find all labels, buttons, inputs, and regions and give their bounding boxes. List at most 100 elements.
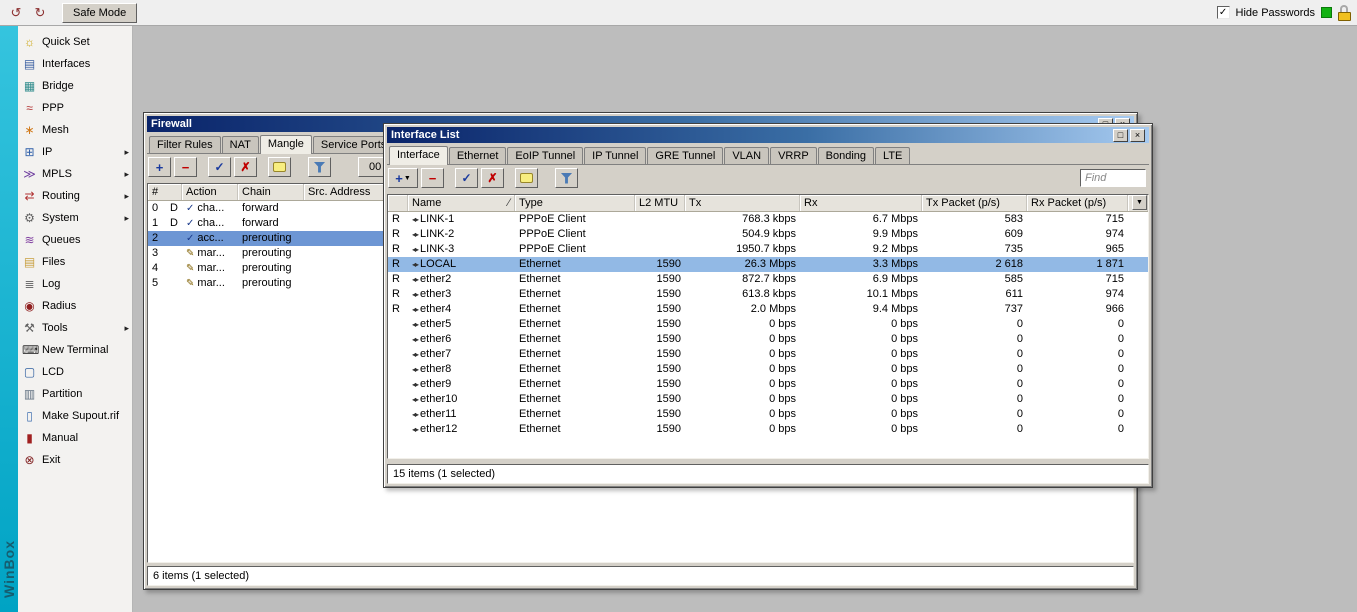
interface-row[interactable]: R ◂▸ether4 Ethernet 1590 2.0 Mbps 9.4 Mb… xyxy=(388,302,1148,317)
disable-rule-button[interactable]: ✗ xyxy=(234,157,257,177)
sidebar-item[interactable]: ≣ Log ▸ xyxy=(18,273,132,295)
interface-type: Ethernet xyxy=(515,257,635,272)
column-header-name[interactable]: Name∕ xyxy=(408,195,515,211)
interface-row[interactable]: R ◂▸LINK-2 PPPoE Client 504.9 kbps 9.9 M… xyxy=(388,227,1148,242)
comment-button[interactable] xyxy=(515,168,538,188)
remove-rule-button[interactable]: − xyxy=(174,157,197,177)
interface-list-tab[interactable]: IP Tunnel xyxy=(584,147,646,164)
filter-button[interactable] xyxy=(555,168,578,188)
column-header-type[interactable]: Type xyxy=(515,195,635,211)
sidebar-item[interactable]: ▢ LCD ▸ xyxy=(18,361,132,383)
sidebar-item[interactable]: ⚙ System ▸ xyxy=(18,207,132,229)
interface-row[interactable]: ◂▸ether11 Ethernet 1590 0 bps 0 bps 0 0 xyxy=(388,407,1148,422)
interface-list-tab[interactable]: Interface xyxy=(389,146,448,165)
interface-rx-packet: 1 871 xyxy=(1027,257,1128,272)
interface-tx-packet: 609 xyxy=(922,227,1027,242)
sidebar-item[interactable]: ∗ Mesh ▸ xyxy=(18,119,132,141)
redo-button[interactable]: ↻ xyxy=(30,3,50,23)
sidebar-item[interactable]: ≫ MPLS ▸ xyxy=(18,163,132,185)
sidebar-item[interactable]: ⊞ IP ▸ xyxy=(18,141,132,163)
hide-passwords-checkbox[interactable]: ✓ xyxy=(1217,6,1230,19)
interface-row[interactable]: ◂▸ether8 Ethernet 1590 0 bps 0 bps 0 0 xyxy=(388,362,1148,377)
interface-row[interactable]: R ◂▸LINK-3 PPPoE Client 1950.7 kbps 9.2 … xyxy=(388,242,1148,257)
rule-action: ✎mar... xyxy=(182,261,238,276)
interface-row[interactable]: R ◂▸LINK-1 PPPoE Client 768.3 kbps 6.7 M… xyxy=(388,212,1148,227)
interface-row[interactable]: ◂▸ether5 Ethernet 1590 0 bps 0 bps 0 0 xyxy=(388,317,1148,332)
interface-row[interactable]: R ◂▸LOCAL Ethernet 1590 26.3 Mbps 3.3 Mb… xyxy=(388,257,1148,272)
firewall-tab[interactable]: NAT xyxy=(222,136,259,153)
close-button[interactable]: × xyxy=(1130,129,1145,142)
enable-interface-button[interactable]: ✓ xyxy=(455,168,478,188)
disable-cross-icon: ✗ xyxy=(487,171,497,185)
sidebar-item-icon: ⇄ xyxy=(22,189,37,203)
interface-icon: ◂▸ xyxy=(412,320,418,329)
interface-list-titlebar[interactable]: Interface List □ × xyxy=(387,127,1149,143)
sidebar-item[interactable]: ▤ Files ▸ xyxy=(18,251,132,273)
firewall-tab[interactable]: Mangle xyxy=(260,135,312,154)
sidebar-item[interactable]: ☼ Quick Set ▸ xyxy=(18,31,132,53)
interface-row[interactable]: ◂▸ether7 Ethernet 1590 0 bps 0 bps 0 0 xyxy=(388,347,1148,362)
sidebar-item[interactable]: ▮ Manual ▸ xyxy=(18,427,132,449)
sidebar-item-icon: ≣ xyxy=(22,277,37,291)
undo-button[interactable]: ↺ xyxy=(6,3,26,23)
sidebar-item-icon: ≫ xyxy=(22,167,37,181)
interface-row[interactable]: ◂▸ether9 Ethernet 1590 0 bps 0 bps 0 0 xyxy=(388,377,1148,392)
safe-mode-button[interactable]: Safe Mode xyxy=(62,3,137,23)
comment-button[interactable] xyxy=(268,157,291,177)
interface-list-tab[interactable]: LTE xyxy=(875,147,910,164)
interface-row[interactable]: ◂▸ether12 Ethernet 1590 0 bps 0 bps 0 0 xyxy=(388,422,1148,437)
interface-rx: 0 bps xyxy=(800,377,922,392)
column-header-l2mtu[interactable]: L2 MTU xyxy=(635,195,685,211)
column-header-chain[interactable]: Chain xyxy=(238,184,304,200)
sidebar-item[interactable]: ≈ PPP ▸ xyxy=(18,97,132,119)
column-header-rx[interactable]: Rx xyxy=(800,195,922,211)
sidebar-item[interactable]: ▥ Partition ▸ xyxy=(18,383,132,405)
interface-rx-packet: 0 xyxy=(1027,407,1128,422)
rule-chain: prerouting xyxy=(238,276,304,291)
sidebar-item[interactable]: ◉ Radius ▸ xyxy=(18,295,132,317)
column-header-rx-packet[interactable]: Rx Packet (p/s) xyxy=(1027,195,1128,211)
disable-interface-button[interactable]: ✗ xyxy=(481,168,504,188)
add-rule-button[interactable]: + xyxy=(148,157,171,177)
add-interface-button[interactable]: +▼ xyxy=(388,168,418,188)
sidebar-item[interactable]: ⚒ Tools ▸ xyxy=(18,317,132,339)
enable-rule-button[interactable]: ✓ xyxy=(208,157,231,177)
remove-interface-button[interactable]: − xyxy=(421,168,444,188)
restore-button[interactable]: □ xyxy=(1113,129,1128,142)
dropdown-arrow-icon: ▼ xyxy=(404,175,411,182)
interface-list-tab[interactable]: VRRP xyxy=(770,147,817,164)
column-header-tx[interactable]: Tx xyxy=(685,195,800,211)
interface-list-tab[interactable]: GRE Tunnel xyxy=(647,147,723,164)
column-select-button[interactable]: ▼ xyxy=(1132,195,1147,210)
sidebar-item[interactable]: ≋ Queues ▸ xyxy=(18,229,132,251)
interface-tx-packet: 583 xyxy=(922,212,1027,227)
sidebar-item-label: Radius xyxy=(42,300,76,312)
sidebar-item[interactable]: ▦ Bridge ▸ xyxy=(18,75,132,97)
rule-flag xyxy=(166,246,182,261)
sidebar-item-label: Bridge xyxy=(42,80,74,92)
interface-l2mtu: 1590 xyxy=(635,257,685,272)
interface-row[interactable]: ◂▸ether6 Ethernet 1590 0 bps 0 bps 0 0 xyxy=(388,332,1148,347)
column-header-number[interactable]: # xyxy=(148,184,182,200)
column-header-action[interactable]: Action xyxy=(182,184,238,200)
interface-rx-packet: 965 xyxy=(1027,242,1128,257)
interface-row[interactable]: R ◂▸ether2 Ethernet 1590 872.7 kbps 6.9 … xyxy=(388,272,1148,287)
interface-tx-packet: 0 xyxy=(922,392,1027,407)
interface-list-tab[interactable]: Bonding xyxy=(818,147,874,164)
interface-list-tab[interactable]: EoIP Tunnel xyxy=(507,147,583,164)
rule-number: 0 xyxy=(148,201,166,216)
interface-list-tab[interactable]: VLAN xyxy=(724,147,769,164)
interface-row[interactable]: R ◂▸ether3 Ethernet 1590 613.8 kbps 10.1… xyxy=(388,287,1148,302)
interface-list-tab[interactable]: Ethernet xyxy=(449,147,507,164)
sidebar-item[interactable]: ⇄ Routing ▸ xyxy=(18,185,132,207)
filter-button[interactable] xyxy=(308,157,331,177)
sidebar-item[interactable]: ⊗ Exit ▸ xyxy=(18,449,132,471)
column-header-tx-packet[interactable]: Tx Packet (p/s) xyxy=(922,195,1027,211)
sidebar-item[interactable]: ⌨ New Terminal ▸ xyxy=(18,339,132,361)
firewall-tab[interactable]: Filter Rules xyxy=(149,136,221,153)
find-input[interactable] xyxy=(1080,169,1146,187)
sidebar-item[interactable]: ▤ Interfaces ▸ xyxy=(18,53,132,75)
sidebar-item[interactable]: ▯ Make Supout.rif ▸ xyxy=(18,405,132,427)
interface-name: ◂▸ether4 xyxy=(408,302,515,317)
interface-row[interactable]: ◂▸ether10 Ethernet 1590 0 bps 0 bps 0 0 xyxy=(388,392,1148,407)
